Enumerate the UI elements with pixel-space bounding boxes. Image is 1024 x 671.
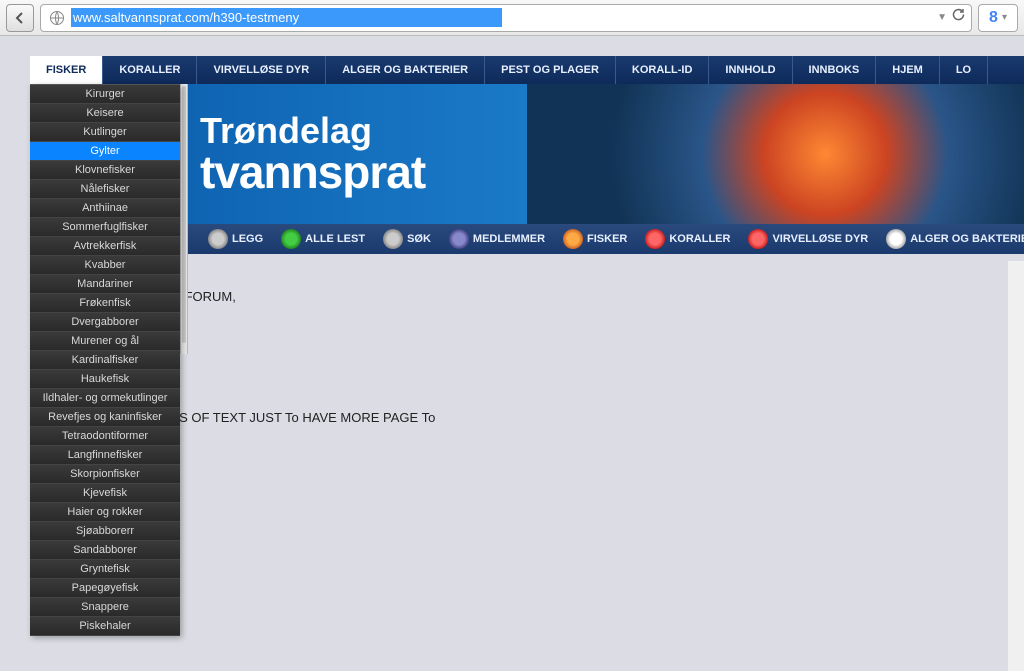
dropdown-item-kvabber[interactable]: Kvabber — [30, 256, 180, 275]
nav-item-korall-id[interactable]: KORALL-ID — [616, 56, 710, 84]
dropdown-item-mandariner[interactable]: Mandariner — [30, 275, 180, 294]
dropdown-item-kardinalfisker[interactable]: Kardinalfisker — [30, 351, 180, 370]
globe-icon — [47, 8, 67, 28]
koraller-icon — [645, 229, 665, 249]
nav-item-virvell-se-dyr[interactable]: VIRVELLØSE DYR — [197, 56, 326, 84]
dropdown-item-fr-kenfisk[interactable]: Frøkenfisk — [30, 294, 180, 313]
dropdown-item-avtrekkerfisk[interactable]: Avtrekkerfisk — [30, 237, 180, 256]
subnav-item-koraller[interactable]: KORALLER — [637, 224, 738, 254]
back-button[interactable] — [6, 4, 34, 32]
alger-og-bakterier-icon — [886, 229, 906, 249]
browser-toolbar: www.saltvannsprat.com/h390-testmeny ▼ 8 … — [0, 0, 1024, 36]
legg-icon — [208, 229, 228, 249]
subnav-item-alle-lest[interactable]: ALLE LEST — [273, 224, 373, 254]
dropdown-item-sommerfuglfisker[interactable]: Sommerfuglfisker — [30, 218, 180, 237]
nav-item-fisker[interactable]: FISKER — [30, 56, 103, 84]
nav-item-innhold[interactable]: INNHOLD — [709, 56, 792, 84]
dropdown-item-skorpionfisker[interactable]: Skorpionfisker — [30, 465, 180, 484]
dropdown-item-n-lefisker[interactable]: Nålefisker — [30, 180, 180, 199]
subnav-item-legg[interactable]: LEGG — [200, 224, 271, 254]
banner-line2: tvannsprat — [200, 149, 425, 195]
history-dropdown-icon[interactable]: ▼ — [937, 12, 947, 23]
subnav-label: KORALLER — [669, 233, 730, 245]
arrow-left-icon — [13, 11, 27, 25]
dropdown-item-kirurger[interactable]: Kirurger — [30, 85, 180, 104]
url-text: www.saltvannsprat.com/h390-testmeny — [71, 8, 502, 27]
page-content: FISKERKORALLERVIRVELLØSE DYRALGER OG BAK… — [0, 36, 1024, 669]
subnav-item-virvell-se-dyr[interactable]: VIRVELLØSE DYR — [740, 224, 876, 254]
dropdown-item-papeg-yefisk[interactable]: Papegøyefisk — [30, 579, 180, 598]
subnav-item-fisker[interactable]: FISKER — [555, 224, 635, 254]
dropdown-item-murener-og-l[interactable]: Murener og ål — [30, 332, 180, 351]
dropdown-item-kjevefisk[interactable]: Kjevefisk — [30, 484, 180, 503]
dropdown-item-kutlinger[interactable]: Kutlinger — [30, 123, 180, 142]
dropdown-item-snappere[interactable]: Snappere — [30, 598, 180, 617]
subnav-item-medlemmer[interactable]: MEDLEMMER — [441, 224, 553, 254]
nav-item-pest-og-plager[interactable]: PEST OG PLAGER — [485, 56, 616, 84]
subnav-label: SØK — [407, 233, 431, 245]
dropdown-item-anthiinae[interactable]: Anthiinae — [30, 199, 180, 218]
main-nav: FISKERKORALLERVIRVELLØSE DYRALGER OG BAK… — [30, 56, 1024, 84]
subnav-label: VIRVELLØSE DYR — [772, 233, 868, 245]
alle-lest-icon — [281, 229, 301, 249]
subnav-label: ALGER OG BAKTERIER — [910, 233, 1024, 245]
scrollbar-thumb[interactable] — [182, 86, 186, 343]
medlemmer-icon — [449, 229, 469, 249]
subnav-item-s-k[interactable]: SØK — [375, 224, 439, 254]
fisker-dropdown: KirurgerKeisereKutlingerGylterKlovnefisk… — [30, 84, 180, 636]
address-bar[interactable]: www.saltvannsprat.com/h390-testmeny ▼ — [40, 4, 972, 32]
dropdown-item-sandabborer[interactable]: Sandabborer — [30, 541, 180, 560]
fisker-icon — [563, 229, 583, 249]
subnav-label: MEDLEMMER — [473, 233, 545, 245]
banner-line1: Trøndelag — [200, 113, 425, 149]
site-title: Trøndelag tvannsprat — [200, 113, 425, 195]
nav-item-innboks[interactable]: INNBOKS — [793, 56, 877, 84]
dropdown-item-keisere[interactable]: Keisere — [30, 104, 180, 123]
dropdown-item-tetraodontiformer[interactable]: Tetraodontiformer — [30, 427, 180, 446]
nav-item-lo[interactable]: LO — [940, 56, 988, 84]
reload-icon[interactable] — [951, 8, 965, 27]
dropdown-item-gylter[interactable]: Gylter — [30, 142, 180, 161]
dropdown-item-ildhaler-og-ormekutlinger[interactable]: Ildhaler- og ormekutlinger — [30, 389, 180, 408]
dropdown-item-langfinnefisker[interactable]: Langfinnefisker — [30, 446, 180, 465]
dropdown-scrollbar[interactable] — [180, 84, 188, 354]
body-text-1: MAL CONTENT OF MY FORUM, — [44, 289, 1010, 304]
google-icon: 8 — [989, 9, 998, 27]
dropdown-item-haukefisk[interactable]: Haukefisk — [30, 370, 180, 389]
nav-item-hjem[interactable]: HJEM — [876, 56, 940, 84]
dropdown-item-piskehaler[interactable]: Piskehaler — [30, 617, 180, 636]
dropdown-item-dvergabborer[interactable]: Dvergabborer — [30, 313, 180, 332]
subnav-item-alger-og-bakterier[interactable]: ALGER OG BAKTERIER — [878, 224, 1024, 254]
subnav-label: ALLE LEST — [305, 233, 365, 245]
nav-item-koraller[interactable]: KORALLER — [103, 56, 197, 84]
banner-background-image — [527, 84, 1024, 224]
dropdown-item-klovnefisker[interactable]: Klovnefisker — [30, 161, 180, 180]
body-text-2: RIES AND SO ON.LOTS OF TEXT JUST To HAVE… — [44, 410, 1010, 425]
dropdown-item-gryntefisk[interactable]: Gryntefisk — [30, 560, 180, 579]
subnav-label: LEGG — [232, 233, 263, 245]
search-engine-box[interactable]: 8 ▾ — [978, 4, 1018, 32]
nav-item-alger-og-bakterier[interactable]: ALGER OG BAKTERIER — [326, 56, 485, 84]
s-k-icon — [383, 229, 403, 249]
dropdown-item-sj-abborerr[interactable]: Sjøabborerr — [30, 522, 180, 541]
dropdown-item-revefjes-og-kaninfisker[interactable]: Revefjes og kaninfisker — [30, 408, 180, 427]
virvell-se-dyr-icon — [748, 229, 768, 249]
search-dropdown-icon[interactable]: ▾ — [1002, 12, 1007, 23]
subnav-label: FISKER — [587, 233, 627, 245]
right-sidebar-edge — [1008, 261, 1024, 671]
dropdown-item-haier-og-rokker[interactable]: Haier og rokker — [30, 503, 180, 522]
